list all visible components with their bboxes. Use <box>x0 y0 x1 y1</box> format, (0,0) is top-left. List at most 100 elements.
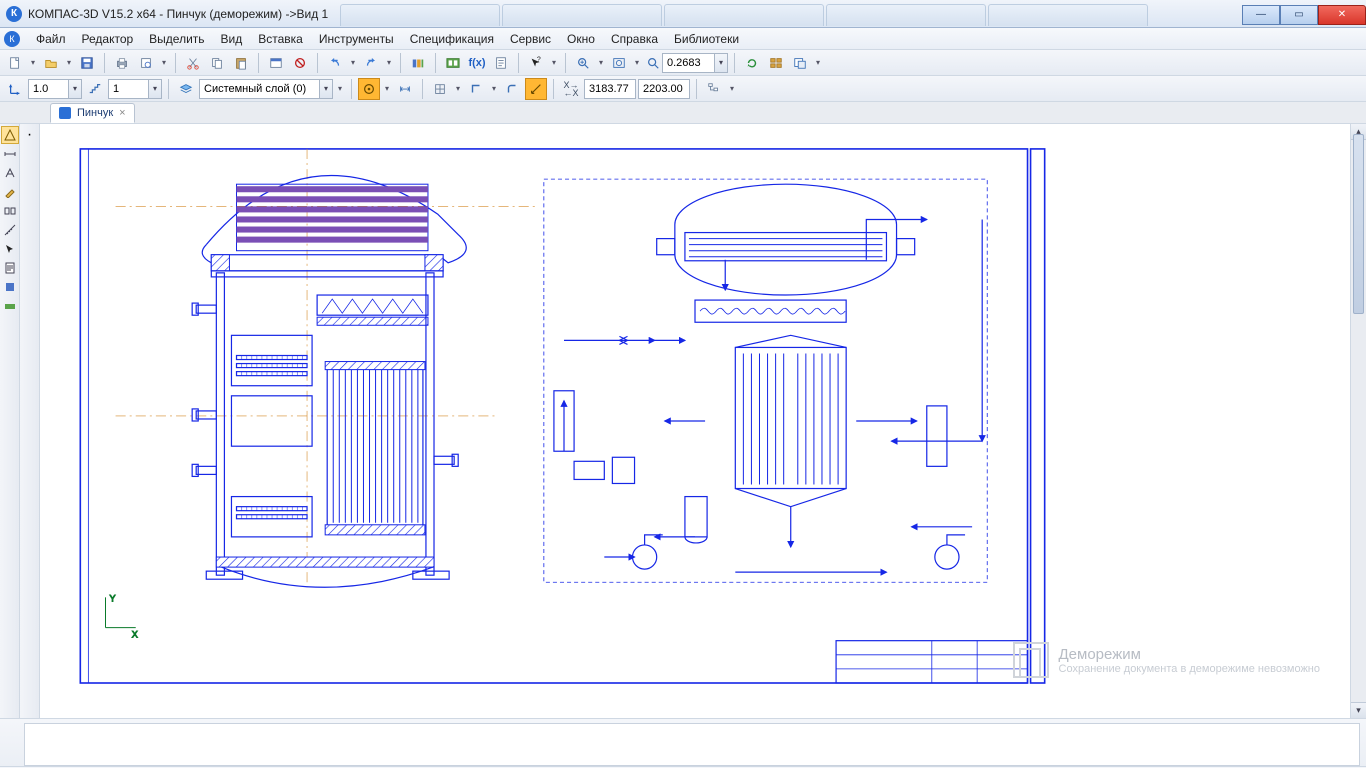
insert-tool[interactable] <box>1 297 19 315</box>
drawing-canvas[interactable]: Y X <box>40 124 1350 718</box>
zoom-fit-button[interactable] <box>608 52 630 74</box>
select-tool[interactable] <box>1 240 19 258</box>
variables-button[interactable] <box>442 52 464 74</box>
open-button[interactable] <box>40 52 62 74</box>
new-button[interactable] <box>4 52 26 74</box>
menu-service[interactable]: Сервис <box>502 30 559 48</box>
undo-dropdown[interactable]: ▾ <box>348 58 358 67</box>
bg-tab[interactable] <box>340 4 500 26</box>
menu-tools[interactable]: Инструменты <box>311 30 402 48</box>
layer-input[interactable] <box>199 79 319 99</box>
round-button[interactable] <box>501 78 523 100</box>
scale-input[interactable] <box>28 79 68 99</box>
cancel-button[interactable] <box>289 52 311 74</box>
coord-y-input[interactable] <box>638 79 690 99</box>
zoom-input[interactable] <box>662 53 714 73</box>
tree-dropdown[interactable]: ▾ <box>727 84 737 93</box>
report-button[interactable] <box>490 52 512 74</box>
cut-button[interactable] <box>182 52 204 74</box>
symbols-tool[interactable] <box>1 164 19 182</box>
zoom-combo[interactable]: ▾ <box>644 52 728 74</box>
snap-dropdown[interactable]: ▾ <box>382 84 392 93</box>
coord-x-input[interactable] <box>584 79 636 99</box>
maximize-button[interactable]: ▭ <box>1280 5 1318 25</box>
step-input[interactable] <box>108 79 148 99</box>
copy-button[interactable] <box>206 52 228 74</box>
properties-button[interactable] <box>265 52 287 74</box>
coord-mode-button[interactable]: X→←X <box>560 78 582 100</box>
new-dropdown[interactable]: ▾ <box>28 58 38 67</box>
zoom-in-button[interactable] <box>572 52 594 74</box>
window-list-button[interactable] <box>765 52 787 74</box>
compact-panel <box>0 124 20 718</box>
layer-combo[interactable]: ▾ <box>199 79 333 99</box>
window-dropdown[interactable]: ▾ <box>813 58 823 67</box>
reports-tool[interactable] <box>1 278 19 296</box>
dimensions-tool[interactable] <box>1 145 19 163</box>
scale-combo[interactable]: ▾ <box>28 79 82 99</box>
minimize-button[interactable]: — <box>1242 5 1280 25</box>
layer-combo-arrow[interactable]: ▾ <box>319 79 333 99</box>
layer-state-button[interactable] <box>175 78 197 100</box>
document-tab[interactable]: Пинчук × <box>50 103 135 123</box>
redo-dropdown[interactable]: ▾ <box>384 58 394 67</box>
point-tool[interactable]: · <box>27 126 32 144</box>
geometry-tool[interactable] <box>1 126 19 144</box>
menu-insert[interactable]: Вставка <box>250 30 311 48</box>
open-dropdown[interactable]: ▾ <box>64 58 74 67</box>
menu-view[interactable]: Вид <box>213 30 251 48</box>
local-cs-button[interactable] <box>525 78 547 100</box>
app-icon-small[interactable]: К <box>4 31 20 47</box>
ortho-button[interactable] <box>465 78 487 100</box>
bg-tab[interactable] <box>664 4 824 26</box>
dimension-style-button[interactable] <box>394 78 416 100</box>
bg-tab[interactable] <box>988 4 1148 26</box>
vertical-scrollbar[interactable]: ▴ ▾ <box>1350 124 1366 718</box>
bg-tab[interactable] <box>502 4 662 26</box>
parametric-tool[interactable] <box>1 202 19 220</box>
close-tab-icon[interactable]: × <box>119 107 125 119</box>
coord-system-button[interactable] <box>4 78 26 100</box>
step-combo[interactable]: ▾ <box>108 79 162 99</box>
save-button[interactable] <box>76 52 98 74</box>
grid-button[interactable] <box>429 78 451 100</box>
new-window-button[interactable] <box>789 52 811 74</box>
ortho-dropdown[interactable]: ▾ <box>489 84 499 93</box>
menu-libraries[interactable]: Библиотеки <box>666 30 747 48</box>
scroll-thumb[interactable] <box>1353 134 1364 314</box>
zoom-in-dropdown[interactable]: ▾ <box>596 58 606 67</box>
menu-help[interactable]: Справка <box>603 30 666 48</box>
step-button[interactable] <box>84 78 106 100</box>
menu-file[interactable]: Файл <box>28 30 74 48</box>
grid-dropdown[interactable]: ▾ <box>453 84 463 93</box>
menu-specification[interactable]: Спецификация <box>402 30 502 48</box>
message-input[interactable] <box>24 723 1360 766</box>
measure-tool[interactable] <box>1 221 19 239</box>
refresh-button[interactable] <box>741 52 763 74</box>
scroll-down-button[interactable]: ▾ <box>1351 702 1366 718</box>
print-button[interactable] <box>111 52 133 74</box>
fx-button[interactable]: f(x) <box>466 52 488 74</box>
library-manager-button[interactable] <box>407 52 429 74</box>
zoom-fit-dropdown[interactable]: ▾ <box>632 58 642 67</box>
menu-window[interactable]: Окно <box>559 30 603 48</box>
layer-dropdown[interactable]: ▾ <box>335 84 345 93</box>
close-button[interactable]: ✕ <box>1318 5 1366 25</box>
help-dropdown[interactable]: ▾ <box>549 58 559 67</box>
edit-tool[interactable] <box>1 183 19 201</box>
redo-button[interactable] <box>360 52 382 74</box>
help-pointer-button[interactable]: ? <box>525 52 547 74</box>
snap-toggle-button[interactable] <box>358 78 380 100</box>
zoom-combo-arrow[interactable]: ▾ <box>714 53 728 73</box>
undo-button[interactable] <box>324 52 346 74</box>
step-combo-arrow[interactable]: ▾ <box>148 79 162 99</box>
scale-combo-arrow[interactable]: ▾ <box>68 79 82 99</box>
menu-select[interactable]: Выделить <box>141 30 212 48</box>
menu-editor[interactable]: Редактор <box>74 30 142 48</box>
spec-tool[interactable] <box>1 259 19 277</box>
tree-button[interactable] <box>703 78 725 100</box>
paste-button[interactable] <box>230 52 252 74</box>
bg-tab[interactable] <box>826 4 986 26</box>
print-preview-button[interactable] <box>135 52 157 74</box>
print-dropdown[interactable]: ▾ <box>159 58 169 67</box>
